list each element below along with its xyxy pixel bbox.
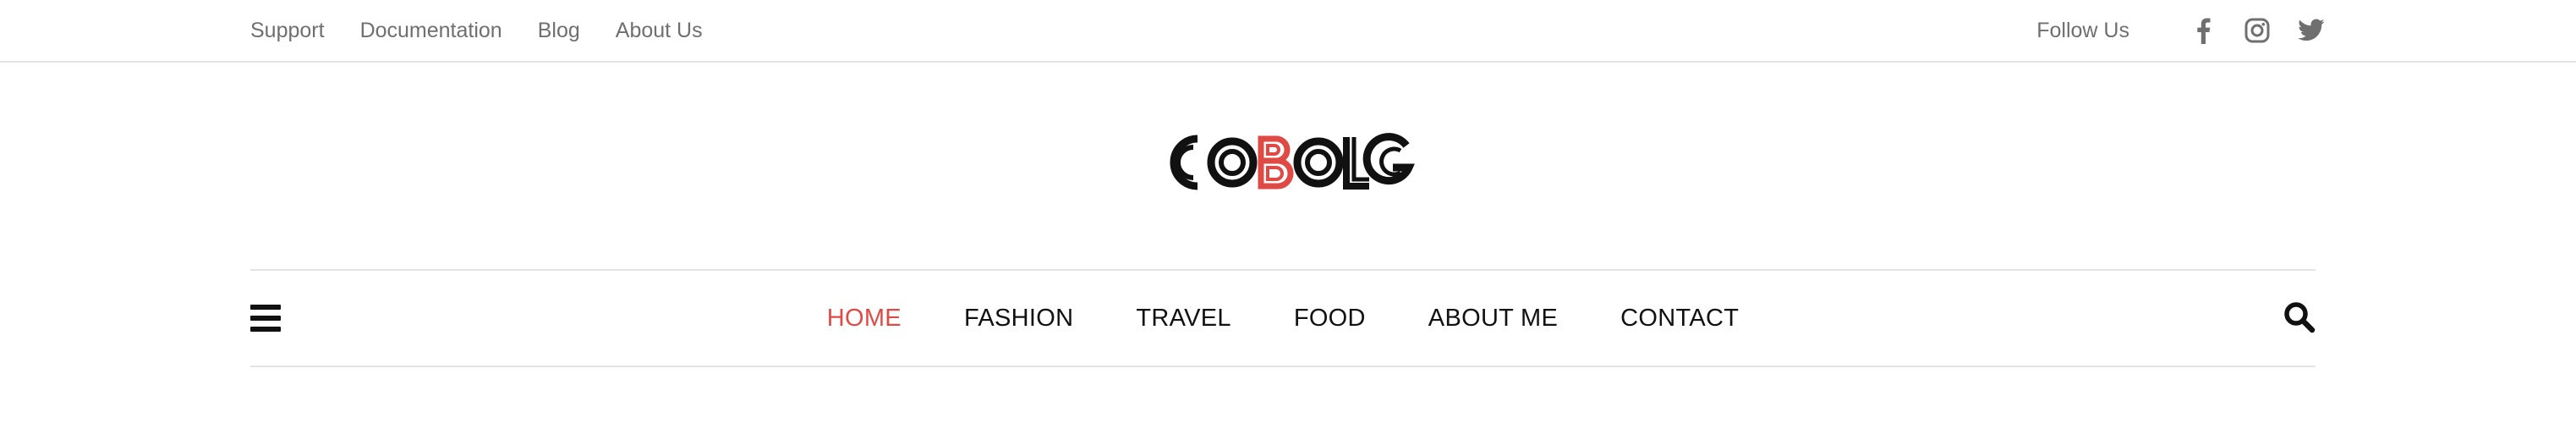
main-navigation: HOME FASHION TRAVEL FOOD ABOUT ME CONTAC… — [250, 269, 2316, 367]
search-icon[interactable] — [2283, 301, 2316, 333]
nav-item-travel[interactable]: TRAVEL — [1136, 305, 1230, 333]
site-logo[interactable] — [0, 127, 2576, 198]
top-links: Support Documentation Blog About Us — [250, 0, 738, 61]
nav-item-home[interactable]: HOME — [827, 305, 902, 333]
facebook-icon[interactable] — [2189, 16, 2217, 45]
nav-item-contact[interactable]: CONTACT — [1620, 305, 1739, 333]
follow-us-label: Follow Us — [2036, 18, 2129, 42]
documentation-link[interactable]: Documentation — [360, 19, 502, 43]
nav-item-fashion[interactable]: FASHION — [964, 305, 1073, 333]
twitter-icon[interactable] — [2297, 16, 2326, 45]
nav-item-about-me[interactable]: ABOUT ME — [1428, 305, 1558, 333]
nav-menu: HOME FASHION TRAVEL FOOD ABOUT ME CONTAC… — [250, 271, 2316, 366]
top-bar: Support Documentation Blog About Us Foll… — [0, 0, 2576, 63]
blog-link[interactable]: Blog — [538, 19, 580, 43]
cobolg-logo — [1170, 133, 1415, 190]
instagram-icon[interactable] — [2243, 16, 2272, 45]
nav-item-food[interactable]: FOOD — [1294, 305, 1366, 333]
about-us-link[interactable]: About Us — [616, 19, 703, 43]
follow-us: Follow Us — [2036, 0, 2326, 61]
support-link[interactable]: Support — [250, 19, 325, 43]
